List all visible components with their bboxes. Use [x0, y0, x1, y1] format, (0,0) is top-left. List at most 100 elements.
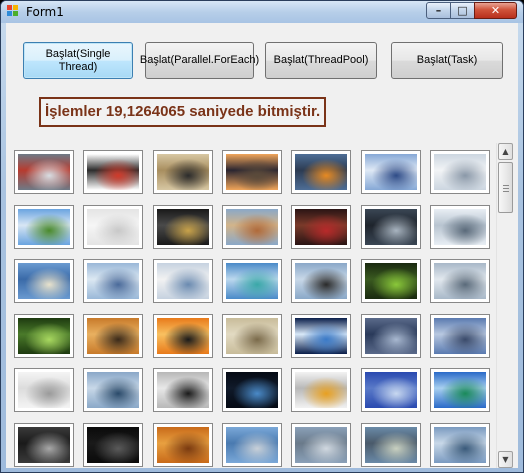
thumbnail-image [18, 317, 70, 354]
elapsed-time-label: İşlemler 19,1264065 saniyede bitmiştir. [39, 97, 327, 127]
thumbnail-image [156, 208, 209, 245]
maximize-button[interactable]: □ [450, 2, 475, 19]
thumbnail-photo-7 [429, 150, 490, 194]
thumbnail-image [225, 208, 278, 245]
thumbnail-photo-33 [291, 368, 352, 412]
thumbnail-photo-14 [429, 204, 490, 249]
thumbnail-photo-39 [221, 422, 282, 467]
thumbnail-image [295, 263, 348, 299]
thumbnail-photo-38 [152, 422, 213, 467]
scroll-up-button[interactable]: ▲ [498, 143, 513, 160]
image-panel[interactable]: ▲ ▼ [9, 143, 514, 468]
thumbnail-photo-6 [360, 150, 421, 194]
thumbnail-photo-32 [221, 368, 282, 412]
thumbnail-photo-34 [360, 368, 421, 412]
thumbnail-image [18, 426, 70, 463]
start-task-button[interactable]: Başlat(Task) [391, 42, 503, 79]
thumbnail-image [364, 263, 417, 299]
thumbnail-image [18, 263, 70, 299]
window-title: Form1 [26, 5, 64, 19]
thumbnail-photo-27 [360, 313, 421, 358]
thumbnail-photo-20 [360, 259, 421, 303]
thumbnail-photo-21 [429, 259, 490, 303]
thumbnail-photo-18 [221, 259, 282, 303]
thumbnail-photo-22 [14, 313, 74, 358]
thumbnail-image [87, 317, 140, 354]
thumbnail-image [364, 317, 417, 354]
close-button[interactable]: ✕ [474, 2, 517, 19]
thumbnail-image [87, 263, 140, 299]
thumbnail-image [433, 208, 486, 245]
thumbnail-image [18, 154, 70, 190]
thumbnail-image [87, 208, 140, 245]
arrow-down-icon: ▼ [502, 455, 509, 464]
thumbnail-image [87, 372, 140, 408]
thumbnail-photo-11 [221, 204, 282, 249]
thumbnail-image [433, 426, 486, 463]
scroll-down-button[interactable]: ▼ [498, 451, 513, 468]
thumbnail-image [433, 263, 486, 299]
minimize-button[interactable]: – [426, 2, 451, 19]
start-parallel-foreach-button[interactable]: Başlat(Parallel.ForEach) [140, 42, 259, 79]
thumbnail-photo-17 [152, 259, 213, 303]
thumbnail-photo-12 [291, 204, 352, 249]
thumbnail-photo-16 [83, 259, 144, 303]
thumbnail-photo-36 [14, 422, 74, 467]
thumbnail-image [18, 372, 70, 408]
thumbnail-photo-40 [291, 422, 352, 467]
thumbnail-image [225, 426, 278, 463]
thumbnail-photo-2 [83, 150, 144, 194]
thumbnail-photo-25 [221, 313, 282, 358]
vertical-scrollbar[interactable]: ▲ ▼ [496, 143, 514, 468]
thumbnail-image [364, 372, 417, 408]
thumbnail-image [156, 263, 209, 299]
thumbnail-image [364, 154, 417, 190]
start-threadpool-button[interactable]: Başlat(ThreadPool) [265, 42, 377, 79]
thumbnail-image [295, 317, 348, 354]
thumbnail-image [225, 372, 278, 408]
scrollbar-thumb[interactable] [498, 162, 513, 213]
maximize-icon: □ [457, 4, 468, 17]
arrow-up-icon: ▲ [502, 147, 509, 156]
thumbnail-image [225, 154, 278, 190]
thumbnail-image [156, 426, 209, 463]
thumbnail-image [364, 426, 417, 463]
thumbnail-photo-35 [429, 368, 490, 412]
thumbnail-photo-28 [429, 313, 490, 358]
thumbnail-image [295, 208, 348, 245]
thumbnail-photo-24 [152, 313, 213, 358]
start-single-thread-button[interactable]: Başlat(Single Thread) [23, 42, 133, 79]
thumbnail-image [156, 154, 209, 190]
thumbnail-photo-8 [14, 204, 74, 249]
thumbnail-photo-4 [221, 150, 282, 194]
thumbnail-photo-10 [152, 204, 213, 249]
thumbnail-photo-23 [83, 313, 144, 358]
thumbnail-photo-15 [14, 259, 74, 303]
thumbnail-image [156, 317, 209, 354]
title-bar[interactable]: Form1 – □ ✕ [1, 1, 523, 23]
thumbnail-photo-5 [291, 150, 352, 194]
thumbnail-photo-30 [83, 368, 144, 412]
thumbnail-photo-42 [429, 422, 490, 467]
thumbnail-photo-29 [14, 368, 74, 412]
thumbnail-image [18, 208, 70, 245]
thumbnail-photo-19 [291, 259, 352, 303]
form-client-area: Başlat(Single Thread) Başlat(Parallel.Fo… [6, 23, 518, 468]
thumbnail-image [225, 317, 278, 354]
minimize-icon: – [435, 4, 442, 17]
thumbnail-image [87, 426, 140, 463]
thumbnail-image [156, 372, 209, 408]
thumbnail-photo-9 [83, 204, 144, 249]
thumbnail-image [295, 372, 348, 408]
thumbnail-image [295, 426, 348, 463]
thumbnail-photo-3 [152, 150, 213, 194]
thumbnail-image [433, 154, 486, 190]
thumbnail-photo-41 [360, 422, 421, 467]
thumbnail-photo-31 [152, 368, 213, 412]
form-icon [7, 5, 20, 18]
close-icon: ✕ [490, 4, 501, 17]
thumbnail-image [364, 208, 417, 245]
thumbnail-image [433, 372, 486, 408]
thumbnail-image [225, 263, 278, 299]
thumbnail-photo-26 [291, 313, 352, 358]
